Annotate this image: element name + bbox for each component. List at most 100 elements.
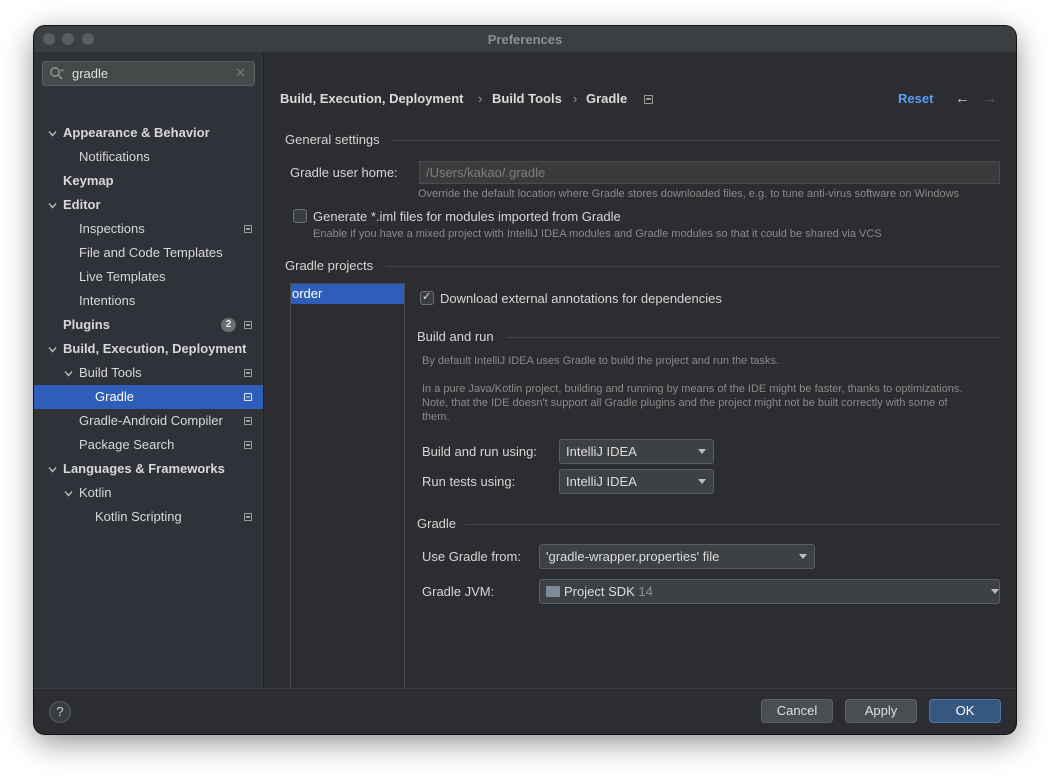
gradle-user-home-field[interactable]: /Users/kakao/.gradle bbox=[419, 161, 1000, 184]
help-button[interactable]: ? bbox=[49, 701, 71, 723]
download-annotations-checkbox[interactable]: ✓ bbox=[420, 291, 434, 305]
sidebar-item-appearance-behavior[interactable]: Appearance & Behavior bbox=[34, 121, 263, 145]
breadcrumb-item: Gradle bbox=[586, 91, 628, 106]
breadcrumb-item[interactable]: Build, Execution, Deployment bbox=[280, 91, 463, 106]
sidebar-item-notifications[interactable]: Notifications bbox=[34, 145, 263, 169]
sidebar-item-keymap[interactable]: Keymap bbox=[34, 169, 263, 193]
chevron-down-icon[interactable] bbox=[48, 465, 57, 474]
sidebar-item-languages-frameworks[interactable]: Languages & Frameworks bbox=[34, 457, 263, 481]
breadcrumb-separator: › bbox=[573, 91, 578, 106]
sidebar-item-kotlin[interactable]: Kotlin bbox=[34, 481, 263, 505]
chevron-down-icon[interactable] bbox=[64, 369, 73, 378]
sidebar-item-label: Build, Execution, Deployment bbox=[63, 341, 247, 356]
run-tests-using-dropdown[interactable]: IntelliJ IDEA bbox=[559, 469, 714, 494]
gradle-user-home-value: /Users/kakao/.gradle bbox=[426, 165, 546, 180]
sidebar-item-gradle[interactable]: Gradle bbox=[34, 385, 263, 409]
plugins-update-badge: 2 bbox=[221, 318, 236, 332]
breadcrumb-item[interactable]: Build Tools bbox=[492, 91, 562, 106]
sidebar-item-gradle-android-compiler[interactable]: Gradle-Android Compiler bbox=[34, 409, 263, 433]
sidebar-item-package-search[interactable]: Package Search bbox=[34, 433, 263, 457]
breadcrumb-separator: › bbox=[478, 91, 483, 106]
divider bbox=[506, 337, 1000, 338]
project-level-icon bbox=[244, 513, 252, 521]
sidebar-item-label: Editor bbox=[63, 197, 101, 212]
sidebar-item-intentions[interactable]: Intentions bbox=[34, 289, 263, 313]
sidebar-item-build-execution-deployment[interactable]: Build, Execution, Deployment bbox=[34, 337, 263, 361]
generate-iml-label: Generate *.iml files for modules importe… bbox=[313, 209, 621, 224]
chevron-down-icon bbox=[698, 449, 706, 454]
project-level-icon bbox=[244, 417, 252, 425]
search-input-value: gradle bbox=[72, 66, 109, 81]
chevron-down-icon[interactable] bbox=[48, 129, 57, 138]
sidebar-item-kotlin-scripting[interactable]: Kotlin Scripting bbox=[34, 505, 263, 529]
sidebar-item-label: Plugins bbox=[63, 317, 110, 332]
gradle-jvm-label: Gradle JVM: bbox=[422, 584, 495, 599]
chevron-down-icon[interactable] bbox=[48, 201, 57, 210]
build-run-note-line: them. bbox=[422, 411, 450, 423]
search-input[interactable]: gradle ✕ bbox=[42, 61, 255, 86]
build-run-note-line: In a pure Java/Kotlin project, building … bbox=[422, 383, 963, 395]
divider bbox=[386, 266, 1000, 267]
sidebar-item-label: Appearance & Behavior bbox=[63, 125, 210, 140]
sidebar-item-label: Notifications bbox=[79, 149, 150, 164]
checkmark-icon: ✓ bbox=[422, 291, 432, 303]
cancel-button[interactable]: Cancel bbox=[761, 699, 833, 723]
sidebar-item-label: Gradle bbox=[95, 389, 135, 404]
use-gradle-from-dropdown[interactable]: 'gradle-wrapper.properties' file bbox=[539, 544, 815, 569]
project-level-icon bbox=[244, 225, 252, 233]
sidebar-item-editor[interactable]: Editor bbox=[34, 193, 263, 217]
ok-button[interactable]: OK bbox=[929, 699, 1001, 723]
build-run-description: By default IntelliJ IDEA uses Gradle to … bbox=[422, 355, 780, 367]
sidebar-item-label: Kotlin bbox=[79, 485, 112, 500]
build-run-using-dropdown[interactable]: IntelliJ IDEA bbox=[559, 439, 714, 464]
clear-search-icon[interactable]: ✕ bbox=[235, 65, 246, 81]
generate-iml-hint: Enable if you have a mixed project with … bbox=[313, 228, 882, 240]
build-run-using-label: Build and run using: bbox=[422, 444, 537, 459]
settings-sidebar: gradle ✕ Appearance & Behavior Notificati… bbox=[34, 52, 264, 688]
sidebar-item-label: Intentions bbox=[79, 293, 136, 308]
sidebar-item-label: Gradle-Android Compiler bbox=[79, 413, 223, 428]
gradle-user-home-label: Gradle user home: bbox=[290, 165, 398, 180]
sidebar-item-plugins[interactable]: Plugins 2 bbox=[34, 313, 263, 337]
gradle-jvm-version: 14 bbox=[638, 584, 653, 599]
build-run-note-line: Note, that the IDE doesn't support all G… bbox=[422, 397, 948, 409]
sidebar-item-live-templates[interactable]: Live Templates bbox=[34, 265, 263, 289]
download-annotations-label: Download external annotations for depend… bbox=[440, 291, 722, 306]
build-and-run-title: Build and run bbox=[417, 329, 494, 344]
gradle-jvm-value: Project SDK bbox=[564, 584, 635, 599]
reset-link[interactable]: Reset bbox=[898, 91, 933, 106]
sidebar-item-file-and-code-templates[interactable]: File and Code Templates bbox=[34, 241, 263, 265]
chevron-down-icon[interactable] bbox=[48, 345, 57, 354]
forward-arrow-icon[interactable]: → bbox=[982, 90, 997, 107]
folder-icon bbox=[546, 586, 560, 597]
run-tests-using-value: IntelliJ IDEA bbox=[566, 474, 637, 489]
chevron-down-icon[interactable] bbox=[64, 489, 73, 498]
search-icon bbox=[50, 67, 64, 80]
window-title: Preferences bbox=[487, 32, 563, 47]
sidebar-item-label: Inspections bbox=[79, 221, 145, 236]
sidebar-item-build-tools[interactable]: Build Tools bbox=[34, 361, 263, 385]
divider bbox=[465, 524, 1000, 525]
sidebar-item-inspections[interactable]: Inspections bbox=[34, 217, 263, 241]
gradle-projects-list: order bbox=[290, 283, 405, 695]
use-gradle-from-label: Use Gradle from: bbox=[422, 549, 521, 564]
chevron-down-icon bbox=[698, 479, 706, 484]
use-gradle-from-value: 'gradle-wrapper.properties' file bbox=[546, 549, 720, 564]
sidebar-item-label: Keymap bbox=[63, 173, 114, 188]
gradle-section-title: Gradle bbox=[417, 516, 457, 531]
apply-button[interactable]: Apply bbox=[845, 699, 917, 723]
sidebar-item-label: Kotlin Scripting bbox=[95, 509, 182, 524]
sidebar-item-label: Build Tools bbox=[79, 365, 142, 380]
back-arrow-icon[interactable]: ← bbox=[955, 90, 970, 107]
sidebar-item-label: File and Code Templates bbox=[79, 245, 223, 260]
gradle-jvm-dropdown[interactable]: Project SDK 14 bbox=[539, 579, 1000, 604]
run-tests-using-label: Run tests using: bbox=[422, 474, 516, 489]
project-item-order[interactable]: order bbox=[291, 284, 404, 304]
generate-iml-checkbox[interactable] bbox=[293, 209, 307, 223]
project-level-icon bbox=[244, 369, 252, 377]
title-bar: Preferences bbox=[34, 26, 1016, 53]
general-settings-title: General settings bbox=[285, 132, 380, 147]
sidebar-item-label: Languages & Frameworks bbox=[63, 461, 225, 476]
divider bbox=[392, 140, 1000, 141]
gradle-user-home-hint: Override the default location where Grad… bbox=[418, 188, 960, 200]
